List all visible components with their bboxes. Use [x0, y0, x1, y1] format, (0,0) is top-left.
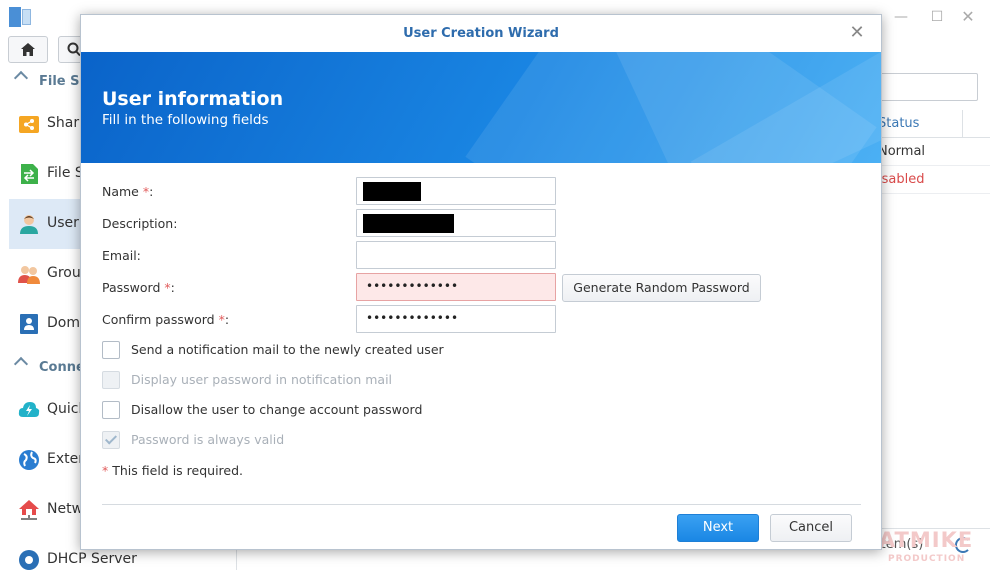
checkbox-label: Disallow the user to change account pass… — [131, 402, 423, 417]
confirm-password-value: ••••••••••••• — [366, 311, 459, 325]
group-icon — [18, 266, 40, 284]
confirm-password-field[interactable]: ••••••••••••• — [356, 305, 556, 333]
shared-folder-icon — [19, 116, 39, 133]
watermark-logo: FATMIKE PRODUCTION — [866, 528, 986, 568]
password-label: Password *: — [102, 280, 175, 295]
table-row[interactable]: isabled — [872, 166, 990, 194]
globe-icon — [19, 450, 39, 470]
password-field[interactable]: ••••••••••••• — [356, 273, 556, 301]
home-button[interactable] — [8, 36, 48, 63]
description-label: Description: — [102, 216, 178, 231]
cancel-button[interactable]: Cancel — [770, 514, 852, 542]
sidebar-item-label: Grou — [47, 265, 81, 281]
generate-random-password-button[interactable]: Generate Random Password — [562, 274, 761, 302]
sidebar-section-label: Conne — [39, 360, 85, 375]
chevron-up-icon — [13, 356, 29, 372]
banner-title: User information — [102, 88, 284, 110]
network-icon — [19, 500, 39, 520]
status-column-header[interactable]: Status — [878, 116, 919, 131]
sidebar-item-label: Shar — [47, 115, 80, 131]
close-icon[interactable]: ✕ — [847, 23, 867, 43]
footer-divider — [102, 504, 861, 505]
display-password-checkbox — [102, 371, 120, 389]
control-panel-app-icon — [9, 7, 31, 27]
chevron-up-icon — [13, 70, 29, 86]
quickconnect-icon — [18, 402, 40, 417]
search-icon — [67, 42, 81, 57]
home-icon — [21, 43, 35, 56]
dialog-title: User Creation Wizard — [403, 26, 559, 41]
description-field[interactable] — [356, 209, 556, 237]
sidebar-item-label: Dom — [47, 315, 80, 331]
sidebar-item-label: File S — [47, 165, 84, 181]
status-cell: isabled — [878, 172, 925, 187]
sidebar-item-label: User — [47, 215, 79, 231]
redacted-value — [363, 214, 454, 233]
confirm-password-label: Confirm password *: — [102, 312, 230, 327]
email-label: Email: — [102, 248, 141, 263]
sidebar-item-label: DHCP Server — [47, 551, 137, 567]
name-field[interactable] — [356, 177, 556, 205]
checkmark-icon — [104, 432, 118, 445]
background-table-header: Status — [872, 110, 990, 138]
email-field[interactable] — [356, 241, 556, 269]
checkbox-label: Password is always valid — [131, 432, 285, 447]
close-window-icon[interactable]: ✕ — [959, 8, 977, 26]
watermark-text: FATMIKE — [866, 528, 974, 552]
wizard-banner: User information Fill in the following f… — [81, 52, 881, 163]
sidebar-item-label: Exter — [47, 451, 84, 467]
dhcp-server-icon — [19, 550, 39, 570]
minimize-icon[interactable]: — — [892, 8, 910, 26]
user-creation-wizard-dialog: User Creation Wizard ✕ User information … — [80, 14, 882, 550]
file-services-icon — [21, 164, 38, 184]
send-notification-checkbox[interactable] — [102, 341, 120, 359]
disallow-password-change-checkbox[interactable] — [102, 401, 120, 419]
status-cell: Normal — [878, 144, 926, 159]
maximize-icon[interactable]: ☐ — [928, 8, 946, 26]
table-row[interactable]: Normal — [872, 138, 990, 166]
name-label: Name *: — [102, 184, 154, 199]
watermark-subtext: PRODUCTION — [888, 554, 966, 564]
user-icon — [20, 215, 38, 234]
domain-icon — [20, 314, 38, 334]
banner-subtitle: Fill in the following fields — [102, 112, 269, 128]
password-value: ••••••••••••• — [366, 279, 459, 293]
background-search-input[interactable] — [872, 73, 978, 101]
checkbox-label: Send a notification mail to the newly cr… — [131, 342, 444, 357]
password-always-valid-checkbox — [102, 431, 120, 449]
required-field-note: * This field is required. — [102, 463, 244, 478]
checkbox-label: Display user password in notification ma… — [131, 372, 393, 387]
next-button[interactable]: Next — [677, 514, 759, 542]
redacted-value — [363, 182, 421, 201]
sidebar-item-label: Netw — [47, 501, 84, 517]
